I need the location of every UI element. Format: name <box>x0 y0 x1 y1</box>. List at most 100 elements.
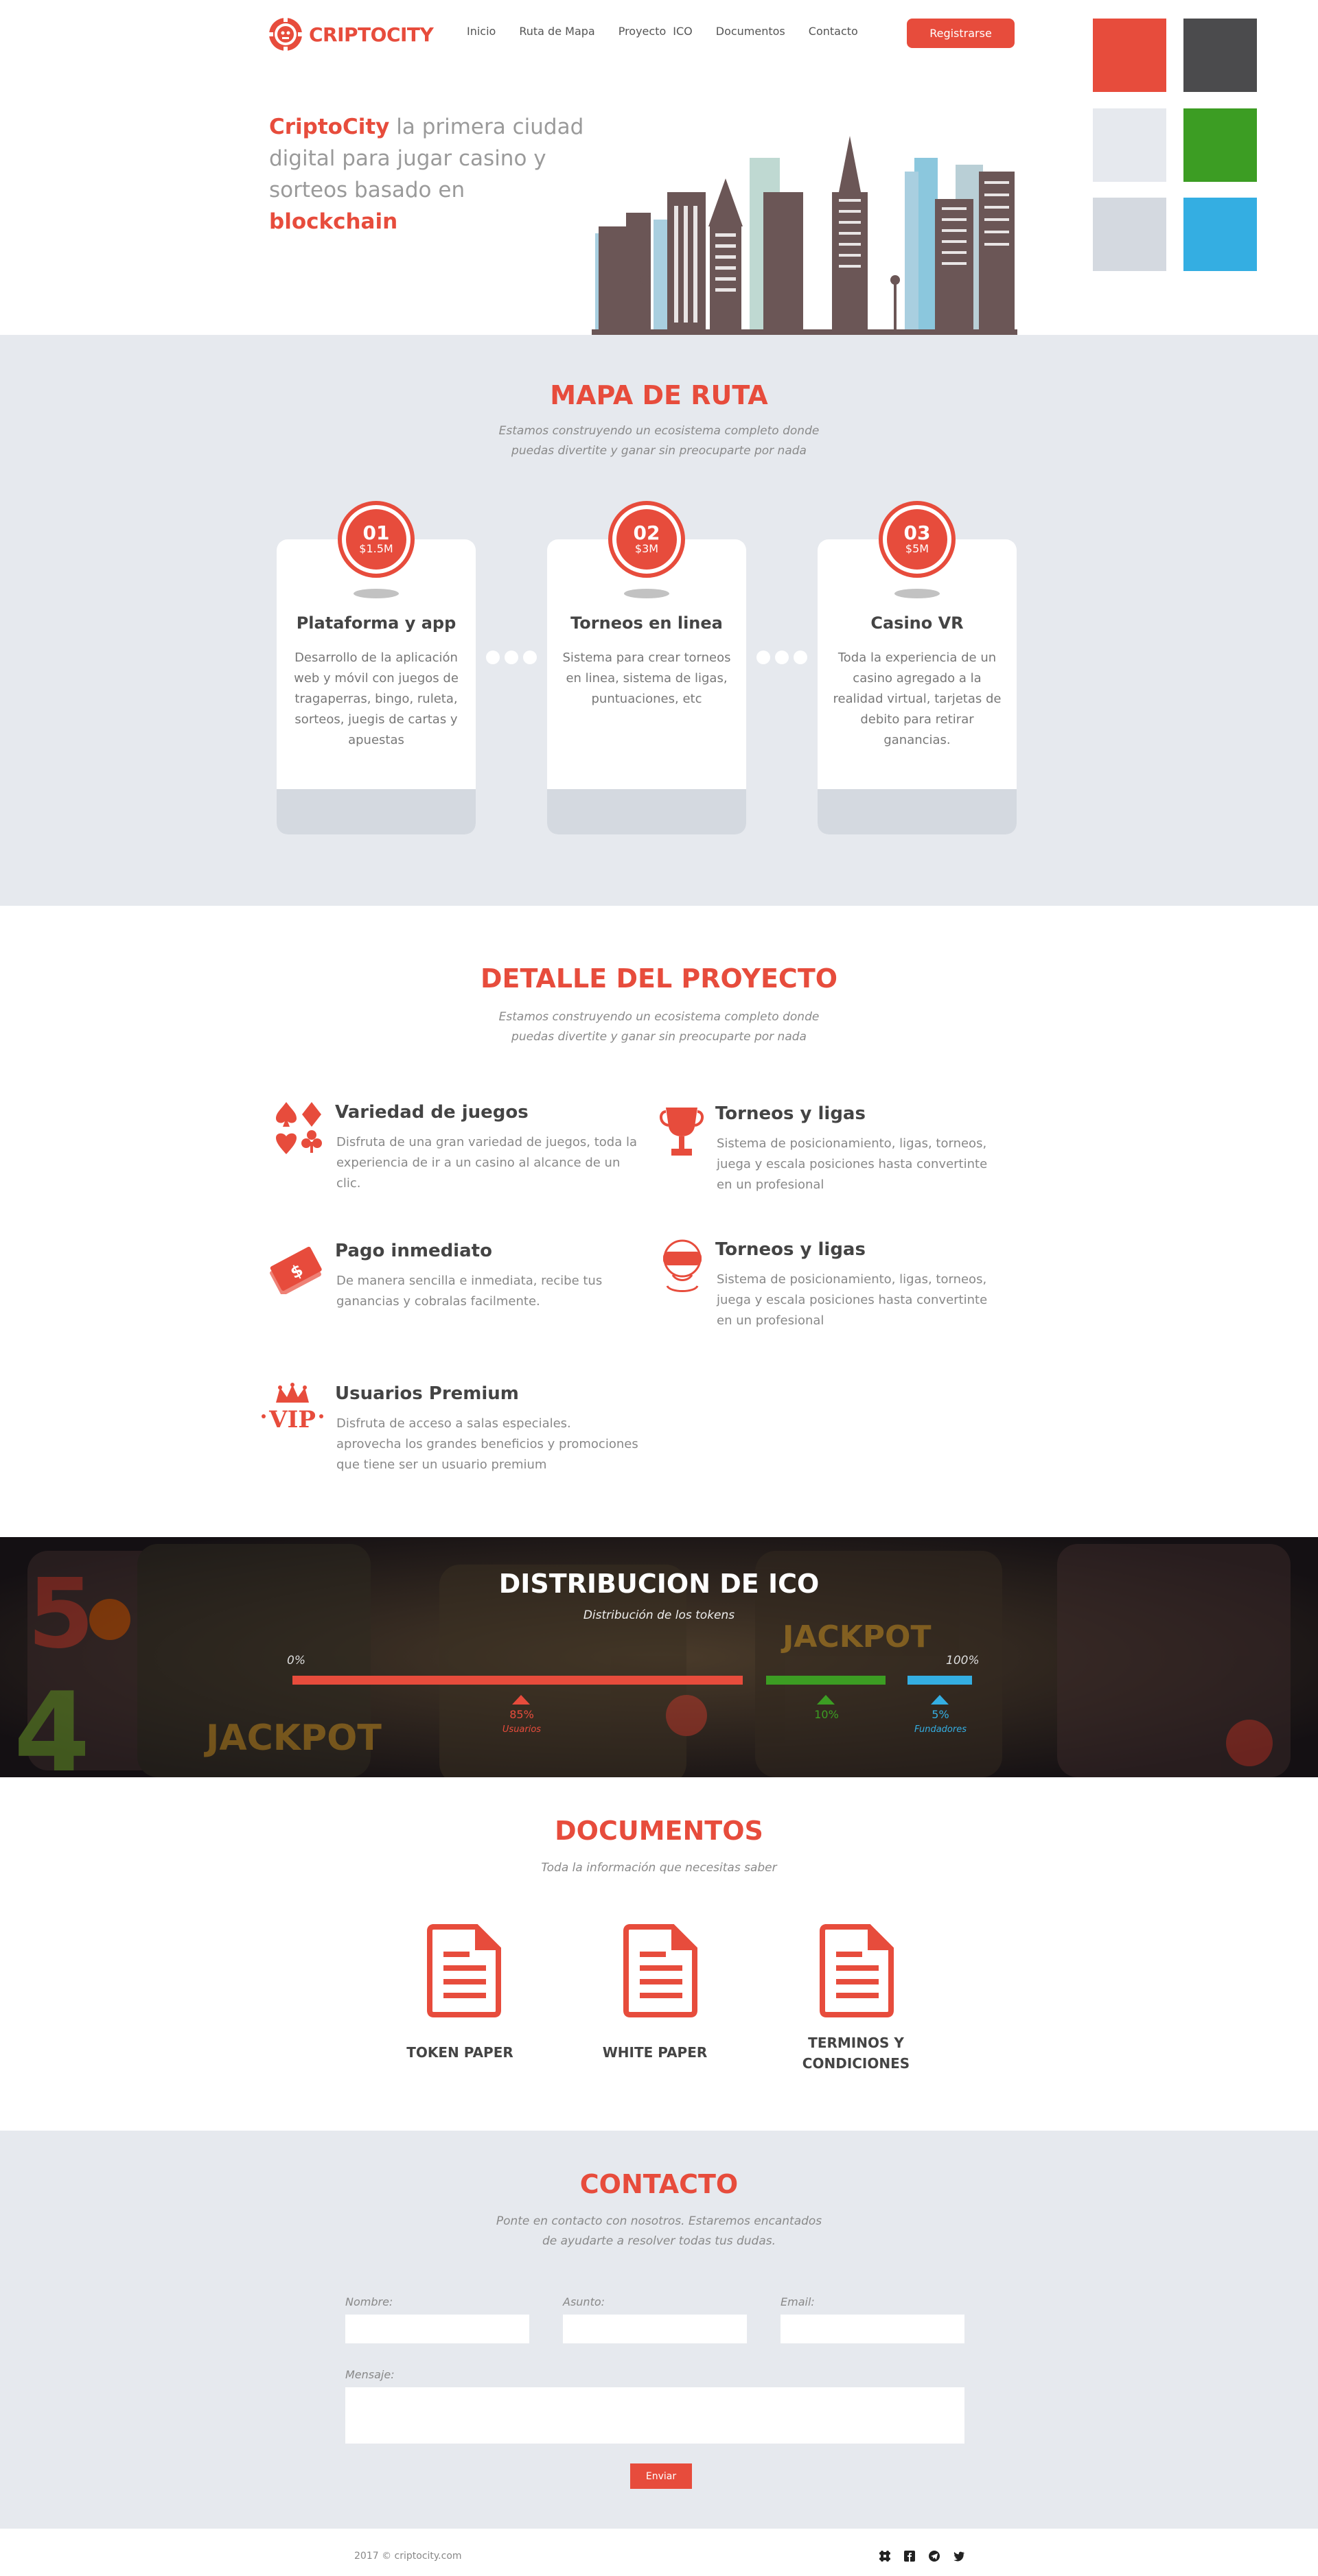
contact-title: CONTACTO <box>579 2169 739 2199</box>
ico-bar-segment-2 <box>766 1676 886 1685</box>
register-button[interactable]: Registrarse <box>907 19 1015 48</box>
subject-input[interactable] <box>563 2315 747 2343</box>
money-icon: $ <box>270 1246 322 1294</box>
social-links <box>879 2550 965 2562</box>
ico-marker-fundadores <box>931 1695 949 1705</box>
vr-headset-icon <box>663 1239 702 1292</box>
project-subtitle-1: Estamos construyendo un ecosistema compl… <box>498 1010 820 1024</box>
footer-copyright: 2017 © criptocity.com <box>354 2551 462 2562</box>
roadmap-subtitle-1: Estamos construyendo un ecosistema compl… <box>498 424 820 438</box>
palette-swatch-green <box>1183 108 1257 182</box>
svg-text:4: 4 <box>14 1668 90 1777</box>
ico-pct-segment-2: 10% <box>814 1708 839 1721</box>
palette-swatch-blue <box>1183 198 1257 271</box>
send-button[interactable]: Enviar <box>630 2463 692 2489</box>
nav-ico[interactable]: ICO <box>673 25 692 38</box>
nav-contacto[interactable]: Contacto <box>809 25 858 38</box>
roadmap-card-title: Torneos en linea <box>570 613 723 633</box>
feature-desc: De manera sencilla e inmediata, recibe t… <box>336 1274 603 1309</box>
hero-highlight: blockchain <box>269 209 398 234</box>
twitter-icon[interactable] <box>953 2550 965 2562</box>
roadmap-connector-dots <box>756 651 807 664</box>
contact-section: CONTACTO Ponte en contacto con nosotros.… <box>0 2131 1318 2529</box>
feature-title: Torneos y ligas <box>715 1239 866 1260</box>
name-input[interactable] <box>345 2315 529 2343</box>
logo-chip-icon <box>268 16 303 52</box>
facebook-icon[interactable] <box>903 2550 916 2562</box>
badge-amount: $1.5M <box>359 542 393 555</box>
message-textarea[interactable] <box>345 2387 964 2444</box>
badge-shadow <box>624 589 669 598</box>
document-icon[interactable] <box>426 1924 502 2017</box>
roadmap-section: MAPA DE RUTA Estamos construyendo un eco… <box>0 335 1318 906</box>
roadmap-subtitle-2: puedas divertite y ganar sin preocuparte… <box>511 444 807 458</box>
badge-amount: $5M <box>905 542 929 555</box>
ico-name-usuarios: Usuarios <box>502 1724 542 1735</box>
document-icon[interactable] <box>622 1924 699 2017</box>
message-label: Mensaje: <box>345 2368 395 2381</box>
roadmap-badge-2: 02 $3M <box>608 501 685 578</box>
feature-desc: Disfruta de una gran variedad de juegos,… <box>336 1135 637 1191</box>
card-footer <box>818 789 1017 834</box>
city-skyline-illustration <box>592 136 1017 335</box>
email-input[interactable] <box>781 2315 964 2343</box>
email-label: Email: <box>781 2295 815 2308</box>
nav-documentos[interactable]: Documentos <box>716 25 785 38</box>
roadmap-card-desc: Sistema para crear torneos en linea, sis… <box>562 651 731 706</box>
feature-title: Pago inmediato <box>335 1241 492 1261</box>
nav-ruta-de-mapa[interactable]: Ruta de Mapa <box>519 25 594 38</box>
roadmap-card-desc: Desarrollo de la aplicación web y móvil … <box>294 651 459 747</box>
palette-swatch-red <box>1093 19 1166 92</box>
badge-shadow <box>354 589 399 598</box>
document-label-white-paper[interactable]: WHITE PAPER <box>573 2042 737 2063</box>
vip-crown-icon: VIP <box>262 1383 323 1433</box>
hero-brand: CriptoCity <box>269 115 390 139</box>
document-label-terminos[interactable]: TERMINOS Y CONDICIONES <box>774 2033 938 2074</box>
roadmap-card-desc: Toda la experiencia de un casino agregad… <box>833 651 1002 747</box>
main-nav: Inicio Ruta de Mapa Proyecto ICO Documen… <box>467 25 858 38</box>
trophy-icon <box>660 1108 704 1156</box>
logo-text: CRIPTOCITY <box>309 23 434 46</box>
roadmap-card-2: Torneos en linea Sistema para crear torn… <box>547 539 746 834</box>
ico-subtitle: Distribución de los tokens <box>583 1608 735 1622</box>
ico-section: 5 4 JACKPOT JACKPOT DISTRIBUCION DE ICO … <box>0 1537 1318 1777</box>
palette-swatch-dark <box>1183 19 1257 92</box>
document-label-token-paper[interactable]: TOKEN PAPER <box>378 2042 542 2063</box>
ico-end-label: 100% <box>946 1654 980 1667</box>
feature-title: Usuarios Premium <box>335 1383 519 1404</box>
nav-inicio[interactable]: Inicio <box>467 25 496 38</box>
svg-text:JACKPOT: JACKPOT <box>204 1718 382 1759</box>
badge-shadow <box>894 589 940 598</box>
subject-label: Asunto: <box>563 2295 605 2308</box>
badge-amount: $3M <box>634 542 659 555</box>
badge-number: 03 <box>903 522 931 544</box>
document-icon[interactable] <box>818 1924 895 2017</box>
palette-swatch-gray <box>1093 198 1166 271</box>
ico-name-fundadores: Fundadores <box>914 1724 967 1735</box>
roadmap-card-3: Casino VR Toda la experiencia de un casi… <box>818 539 1017 834</box>
roadmap-title: MAPA DE RUTA <box>550 380 768 410</box>
roadmap-card-1: Plataforma y app Desarrollo de la aplica… <box>277 539 476 834</box>
logo[interactable]: CRIPTOCITY <box>268 15 434 54</box>
feature-desc: Sistema de posicionamiento, ligas, torne… <box>717 1272 988 1328</box>
feature-title: Torneos y ligas <box>715 1103 866 1124</box>
ico-marker-segment-2 <box>817 1695 835 1705</box>
contact-subtitle-1: Ponte en contacto con nosotros. Estaremo… <box>496 2214 822 2228</box>
project-title: DETALLE DEL PROYECTO <box>480 963 838 994</box>
roadmap-card-title: Plataforma y app <box>296 613 456 633</box>
nav-proyecto[interactable]: Proyecto <box>618 25 667 38</box>
ico-start-label: 0% <box>287 1654 305 1667</box>
palette-swatch-light <box>1093 108 1166 182</box>
slack-icon[interactable] <box>879 2550 891 2562</box>
card-footer <box>547 789 746 834</box>
documents-subtitle: Toda la información que necesitas saber <box>541 1861 777 1875</box>
project-subtitle-2: puedas divertite y ganar sin preocuparte… <box>511 1030 807 1044</box>
telegram-icon[interactable] <box>928 2550 940 2562</box>
roadmap-badge-1: 01 $1.5M <box>338 501 415 578</box>
card-footer <box>277 789 476 834</box>
svg-text:VIP: VIP <box>268 1406 316 1433</box>
ico-bar-usuarios <box>292 1676 743 1685</box>
roadmap-connector-dots <box>486 651 537 664</box>
contact-subtitle-2: de ayudarte a resolver todas tus dudas. <box>542 2234 776 2248</box>
badge-number: 01 <box>362 522 390 544</box>
